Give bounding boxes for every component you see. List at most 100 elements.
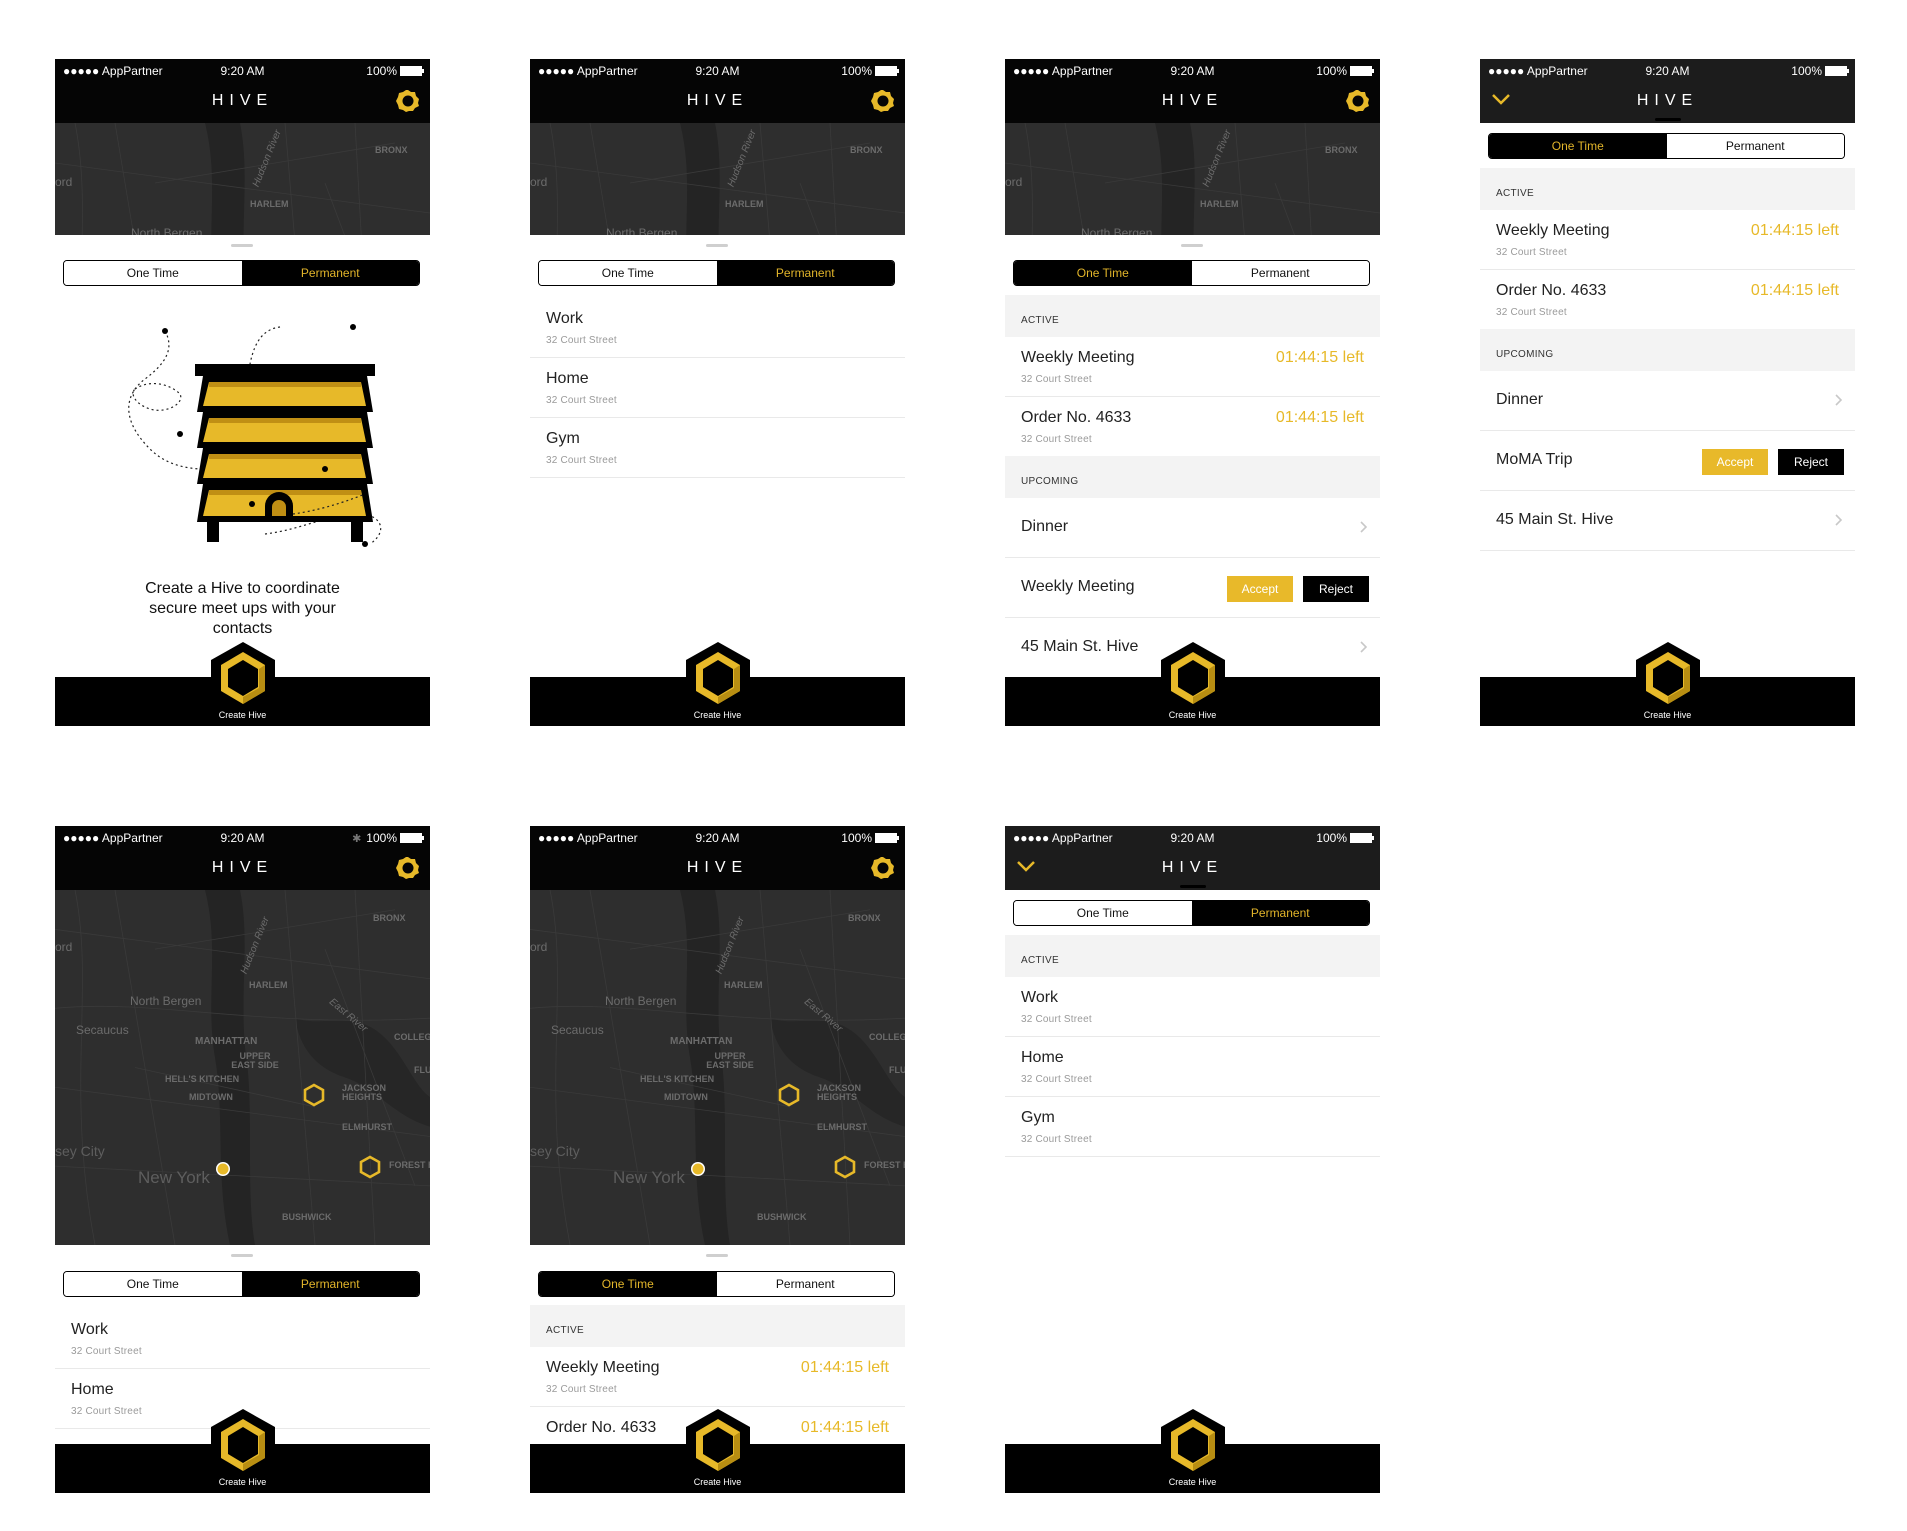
list-item[interactable]: Home 32 Court Street	[530, 358, 905, 418]
list-item[interactable]: 45 Main St. Hive	[1480, 491, 1855, 551]
item-address: 32 Court Street	[1496, 307, 1567, 318]
segmented-control: One Time Permanent	[538, 1271, 895, 1297]
list-item[interactable]: Work 32 Court Street	[1005, 977, 1380, 1037]
segment-one-time[interactable]: One Time	[64, 1272, 242, 1296]
time-remaining: 01:44:15 left	[1275, 349, 1364, 366]
reject-button[interactable]: Reject	[1778, 449, 1844, 475]
create-hive-button[interactable]	[1636, 642, 1700, 710]
item-name: Dinner	[1021, 518, 1069, 535]
drag-handle[interactable]	[231, 1254, 253, 1257]
item-address: 32 Court Street	[1021, 374, 1092, 385]
phone-screen-one-time: HIVE ●●●●● AppPartner 9:20 AM 100% BRONX…	[1005, 59, 1380, 726]
create-hive-label[interactable]: Create Hive	[1480, 710, 1855, 720]
map-label-manhattan: MANHATTAN	[670, 1036, 733, 1047]
segment-one-time[interactable]: One Time	[64, 261, 242, 285]
hive-location-marker[interactable]	[303, 1083, 325, 1107]
phone-screen-empty: HIVE ●●●●● AppPartner 9:20 AM 100% BRONX…	[55, 59, 430, 726]
app-title: HIVE	[1161, 859, 1224, 876]
app-title: HIVE	[686, 859, 749, 876]
status-bar: ●●●●● AppPartner 9:20 AM 100%	[530, 826, 905, 850]
map-label-jersey-city: sey City	[55, 1143, 105, 1159]
create-hive-button[interactable]	[686, 1409, 750, 1477]
map-view[interactable]: BRONX Hudson River HARLEM North Bergen o…	[530, 890, 905, 1245]
list-item[interactable]: Weekly Meeting 32 Court Street 01:44:15 …	[1480, 210, 1855, 270]
settings-gear-icon[interactable]	[396, 89, 420, 113]
create-hive-label[interactable]: Create Hive	[55, 710, 430, 720]
battery-percent: 100%	[841, 64, 872, 78]
list-item[interactable]: Dinner	[1480, 371, 1855, 431]
map-label-manhattan: MANHATTAN	[195, 1036, 258, 1047]
list-item[interactable]: Work 32 Court Street	[530, 298, 905, 358]
phone-screen-map-one-time: HIVE ●●●●● AppPartner 9:20 AM 100% BRONX…	[530, 826, 905, 1493]
create-hive-label[interactable]: Create Hive	[55, 1477, 430, 1487]
segment-one-time[interactable]: One Time	[1014, 261, 1192, 285]
map-label-elmhurst: ELMHURST	[342, 1122, 392, 1132]
segment-one-time[interactable]: One Time	[539, 261, 717, 285]
segment-one-time[interactable]: One Time	[1014, 901, 1192, 925]
item-address: 32 Court Street	[546, 455, 617, 466]
map-view[interactable]: BRONX Hudson River HARLEM North Bergen o…	[55, 890, 430, 1245]
item-address: 32 Court Street	[1021, 434, 1092, 445]
segment-permanent[interactable]: Permanent	[716, 261, 894, 285]
settings-gear-icon[interactable]	[396, 856, 420, 880]
reject-button[interactable]: Reject	[1303, 576, 1369, 602]
map-label-ord: ord	[55, 175, 73, 189]
battery-percent: 100%	[1316, 64, 1347, 78]
list-item[interactable]: Home 32 Court Street	[1005, 1037, 1380, 1097]
map-label-forest: FOREST H	[864, 1160, 905, 1170]
map-label-ord: ord	[530, 940, 548, 954]
drag-handle[interactable]	[1655, 118, 1681, 121]
settings-gear-icon[interactable]	[871, 89, 895, 113]
map-label-harlem: HARLEM	[249, 980, 288, 990]
create-hive-button[interactable]	[211, 1409, 275, 1477]
item-name: Dinner	[1496, 391, 1544, 408]
settings-gear-icon[interactable]	[1346, 89, 1370, 113]
accept-button[interactable]: Accept	[1702, 449, 1768, 475]
hive-location-marker[interactable]	[778, 1083, 800, 1107]
segment-permanent[interactable]: Permanent	[241, 1272, 419, 1296]
list-item[interactable]: Order No. 4633 32 Court Street 01:44:15 …	[1005, 397, 1380, 457]
create-hive-button[interactable]	[1161, 1409, 1225, 1477]
current-location-dot	[691, 1162, 705, 1176]
battery-icon	[400, 833, 424, 843]
create-hive-button[interactable]	[211, 642, 275, 710]
segment-one-time[interactable]: One Time	[539, 1272, 717, 1296]
list-item[interactable]: Work 32 Court Street	[55, 1309, 430, 1369]
hive-location-marker[interactable]	[834, 1155, 856, 1179]
drag-handle[interactable]	[706, 1254, 728, 1257]
battery: 100%	[366, 64, 424, 78]
list-item[interactable]: Dinner	[1005, 498, 1380, 558]
drag-handle[interactable]	[1180, 885, 1206, 888]
drag-handle[interactable]	[1181, 244, 1203, 247]
section-header-active: ACTIVE	[1480, 168, 1855, 210]
list-item[interactable]: Gym 32 Court Street	[530, 418, 905, 478]
create-hive-label[interactable]: Create Hive	[530, 710, 905, 720]
map-view[interactable]: BRONX Hudson River HARLEM North Bergen o…	[55, 123, 430, 235]
create-hive-label[interactable]: Create Hive	[1005, 710, 1380, 720]
segment-permanent[interactable]: Permanent	[1666, 134, 1844, 158]
map-view[interactable]: BRONX Hudson River HARLEM North Bergen o…	[1005, 123, 1380, 235]
list-item[interactable]: Weekly Meeting 32 Court Street 01:44:15 …	[1005, 337, 1380, 397]
create-hive-button[interactable]	[686, 642, 750, 710]
create-hive-label[interactable]: Create Hive	[530, 1477, 905, 1487]
segment-permanent[interactable]: Permanent	[241, 261, 419, 285]
list-item[interactable]: Order No. 4633 32 Court Street 01:44:15 …	[1480, 270, 1855, 330]
segment-permanent[interactable]: Permanent	[1191, 901, 1369, 925]
settings-gear-icon[interactable]	[871, 856, 895, 880]
segmented-control: One Time Permanent	[1488, 133, 1845, 159]
accept-button[interactable]: Accept	[1227, 576, 1293, 602]
create-hive-label[interactable]: Create Hive	[1005, 1477, 1380, 1487]
hive-location-marker[interactable]	[359, 1155, 381, 1179]
drag-handle[interactable]	[706, 244, 728, 247]
map-label-bushwick: BUSHWICK	[282, 1212, 332, 1222]
list-item[interactable]: Weekly Meeting 32 Court Street 01:44:15 …	[530, 1347, 905, 1407]
map-view[interactable]: BRONX Hudson River HARLEM North Bergen o…	[530, 123, 905, 235]
segmented-control: One Time Permanent	[1013, 260, 1370, 286]
create-hive-button[interactable]	[1161, 642, 1225, 710]
segment-one-time[interactable]: One Time	[1489, 134, 1667, 158]
segment-permanent[interactable]: Permanent	[716, 1272, 894, 1296]
segment-permanent[interactable]: Permanent	[1191, 261, 1369, 285]
drag-handle[interactable]	[231, 244, 253, 247]
map-label-north-bergen: North Bergen	[606, 226, 678, 235]
list-item[interactable]: Gym 32 Court Street	[1005, 1097, 1380, 1157]
